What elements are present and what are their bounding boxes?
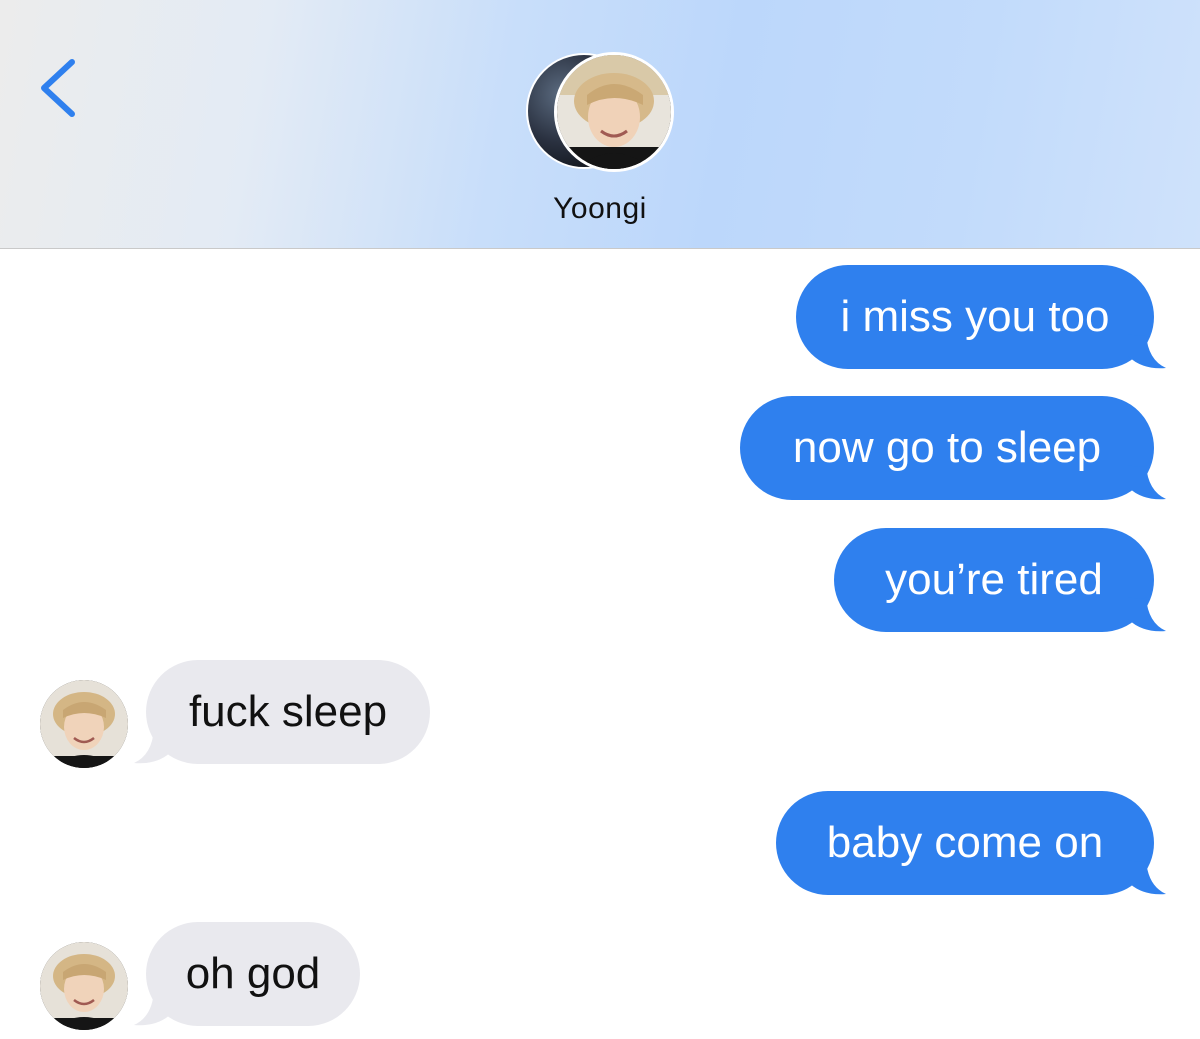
sender-avatar[interactable] <box>40 942 128 1030</box>
message-text: oh god <box>185 949 321 998</box>
sender-avatar[interactable] <box>40 680 128 768</box>
back-button[interactable] <box>30 52 90 124</box>
incoming-message[interactable]: oh god <box>146 922 360 1026</box>
message-text: now go to sleep <box>792 423 1102 472</box>
bubble-tail <box>1128 860 1166 895</box>
bubble-tail <box>134 991 172 1026</box>
outgoing-message[interactable]: now go to sleep <box>740 396 1154 500</box>
chevron-left-icon <box>41 59 75 117</box>
group-avatar[interactable] <box>526 52 676 174</box>
bubble-tail <box>1128 334 1166 369</box>
bubble-tail <box>1128 465 1166 500</box>
message-text: baby come on <box>826 818 1104 867</box>
conversation-header: Yoongi <box>0 0 1200 249</box>
contact-name[interactable]: Yoongi <box>0 192 1200 226</box>
message-text: fuck sleep <box>188 687 388 736</box>
message-text: i miss you too <box>840 292 1110 341</box>
incoming-message[interactable]: fuck sleep <box>146 660 430 764</box>
outgoing-message[interactable]: baby come on <box>776 791 1154 895</box>
message-text: you’re tired <box>885 555 1103 604</box>
outgoing-message[interactable]: i miss you too <box>796 265 1154 369</box>
contact-avatar <box>554 52 674 172</box>
outgoing-message[interactable]: you’re tired <box>834 528 1154 632</box>
bubble-tail <box>1128 597 1166 632</box>
bubble-tail <box>134 729 172 764</box>
